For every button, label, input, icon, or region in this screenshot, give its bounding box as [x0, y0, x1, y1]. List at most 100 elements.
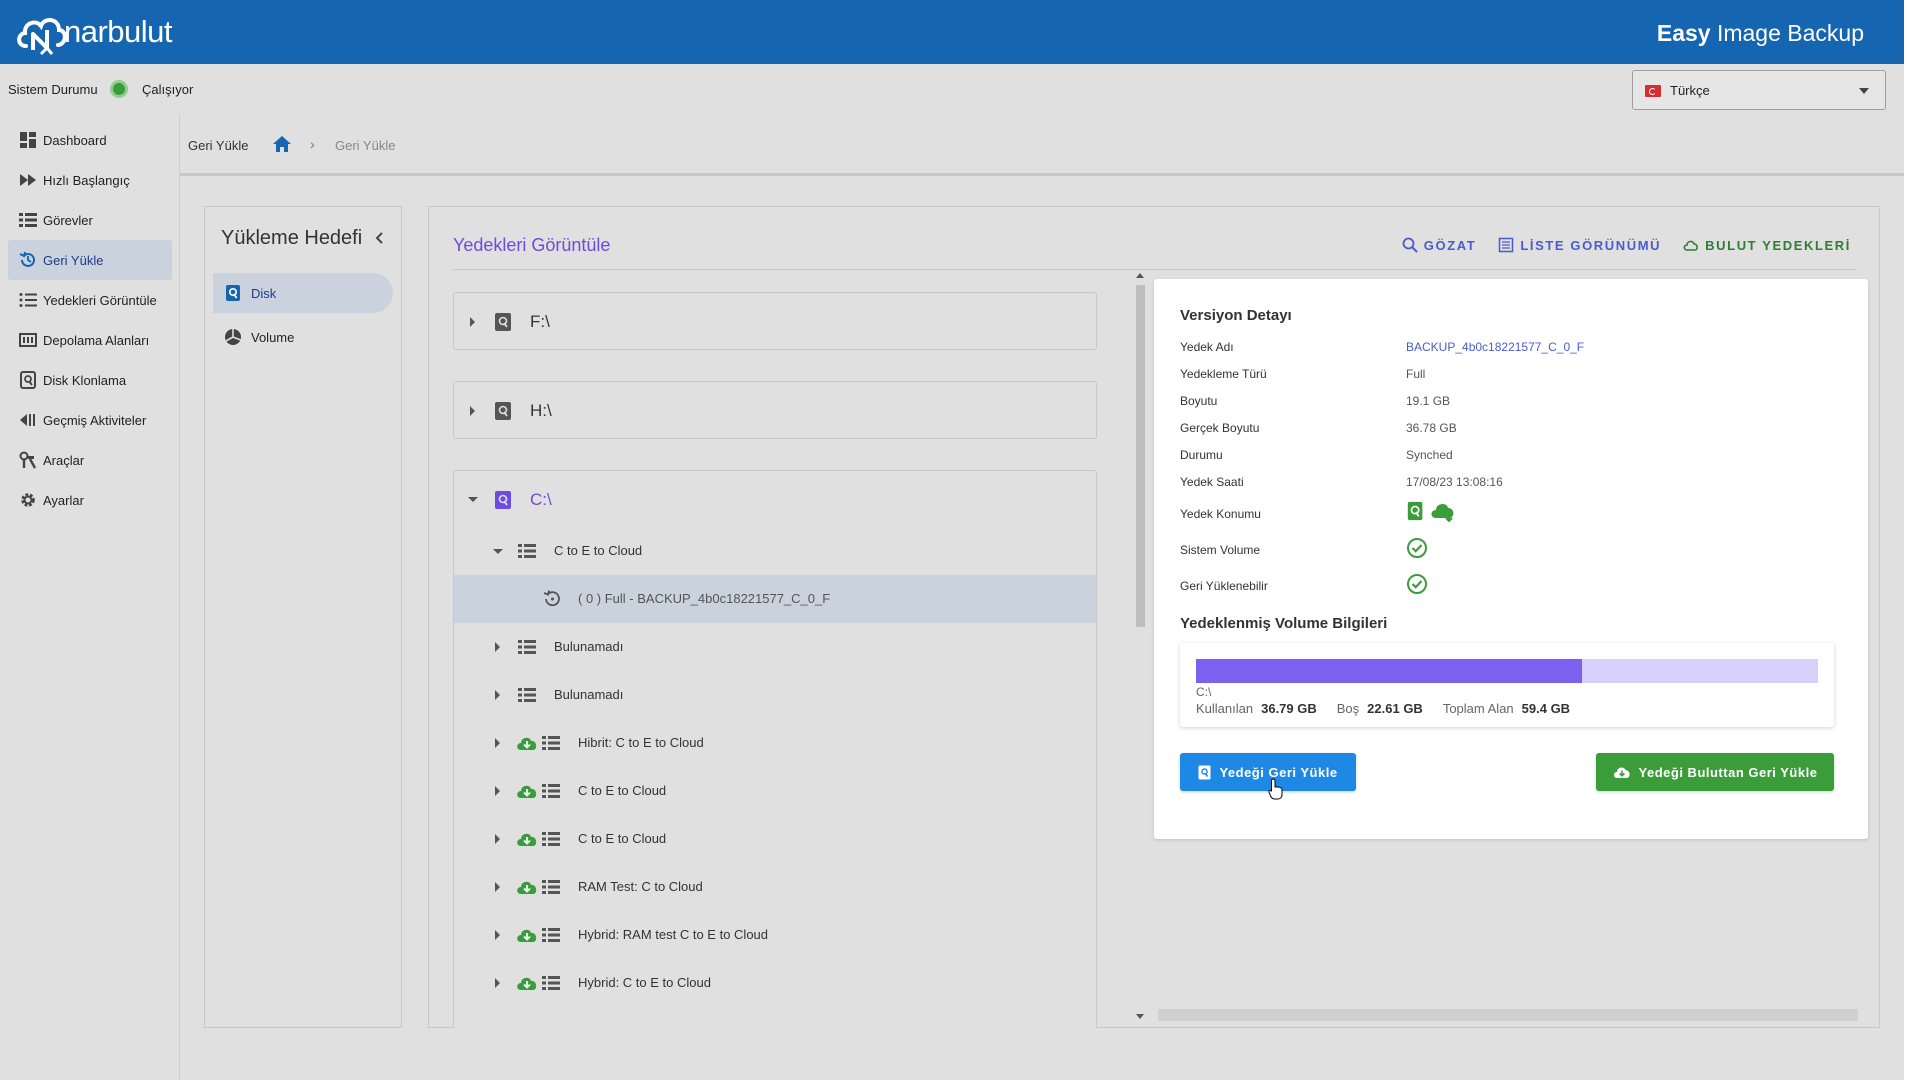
expand-arrow-icon[interactable] — [495, 738, 500, 748]
size-value: 19.1 GB — [1406, 394, 1451, 408]
tree-row-cloud-task[interactable]: Hybrid: RAM test C to E to Cloud — [454, 911, 1096, 959]
expand-arrow-icon[interactable] — [495, 690, 500, 700]
sidebar-item-view-backups[interactable]: Yedekleri Görüntüle — [8, 280, 172, 320]
sidebar-item-history[interactable]: Geçmiş Aktiviteler — [8, 400, 172, 440]
list-icon — [542, 928, 560, 942]
detail-label: Yedekleme Türü — [1180, 367, 1267, 381]
detail-horizontal-scrollbar[interactable] — [1158, 1009, 1858, 1021]
home-icon[interactable] — [272, 134, 292, 154]
disk-icon — [223, 283, 243, 303]
used-value: 36.79 GB — [1261, 701, 1317, 716]
cloud-backups-label: BULUT YEDEKLERİ — [1705, 237, 1851, 253]
check-circle-icon — [1407, 574, 1427, 594]
sidebar-item-disk-clone[interactable]: Disk Klonlama — [8, 360, 172, 400]
breadcrumb-current: Geri Yükle — [335, 138, 396, 153]
sidebar-item-quick-start[interactable]: Hızlı Başlangıç — [8, 160, 172, 200]
dashboard-icon — [18, 130, 38, 150]
pie-chart-icon — [223, 327, 243, 347]
sidebar-item-tasks[interactable]: Görevler — [8, 200, 172, 240]
mouse-cursor-icon — [1268, 778, 1283, 800]
collapse-arrow-icon[interactable] — [468, 497, 478, 502]
tree-row-cloud-task[interactable]: Hybrid: C to E to Cloud — [454, 959, 1096, 1007]
browse-button[interactable]: GÖZAT — [1402, 237, 1477, 253]
volume-usage-card: C:\ Kullanılan 36.79 GB Boş 22.61 GB Top… — [1180, 643, 1834, 727]
fast-forward-icon — [18, 170, 38, 190]
status-value: Çalışıyor — [142, 82, 194, 97]
tree-row-cloud-task[interactable]: RAM Test: C to Cloud — [454, 863, 1096, 911]
tree-row-cloud-task[interactable]: C to E to Cloud — [454, 767, 1096, 815]
status-label: Sistem Durumu — [8, 82, 98, 97]
language-select[interactable]: Türkçe — [1632, 70, 1886, 110]
scroll-up-icon[interactable] — [1136, 273, 1144, 278]
cloud-download-icon — [517, 929, 537, 942]
tree-row-cloud-task[interactable]: C to E to Cloud — [454, 815, 1096, 863]
used-label: Kullanılan — [1196, 701, 1254, 716]
list-icon — [542, 832, 560, 846]
tree-row-task[interactable]: Bulunamadı — [454, 623, 1096, 671]
free-label: Boş — [1336, 701, 1360, 716]
drive-node-h[interactable]: H:\ — [453, 381, 1097, 439]
language-selected: Türkçe — [1670, 83, 1710, 98]
tree-row-cloud-task[interactable]: Hibrit: C to E to Cloud — [454, 719, 1096, 767]
tree-row-label: Hybrid: C to E to Cloud — [578, 975, 711, 990]
sidebar-item-label: Görevler — [43, 212, 93, 228]
target-panel-title: Yükleme Hedefi — [221, 227, 363, 249]
total-value: 59.4 GB — [1521, 701, 1571, 716]
expand-arrow-icon[interactable] — [470, 317, 475, 327]
storage-icon — [18, 330, 38, 350]
list-icon — [518, 544, 536, 558]
sidebar-item-restore[interactable]: Geri Yükle — [8, 240, 172, 280]
narbulut-logo-icon — [17, 18, 67, 56]
restore-from-cloud-label: Yedeği Buluttan Geri Yükle — [1638, 764, 1818, 780]
tree-row-task[interactable]: Bulunamadı — [454, 671, 1096, 719]
search-icon — [1402, 237, 1418, 253]
list-view-label: LİSTE GÖRÜNÜMÜ — [1520, 237, 1662, 253]
drive-label: H:\ — [530, 401, 552, 420]
tree-row-version-selected[interactable]: ( 0 ) Full - BACKUP_4b0c18221577_C_0_F — [454, 575, 1096, 623]
right-gutter — [1904, 0, 1920, 1080]
list-icon — [542, 880, 560, 894]
version-detail-card: Versiyon Detayı Yedek Adı BACKUP_4b0c182… — [1154, 279, 1868, 839]
sidebar-item-dashboard[interactable]: Dashboard — [8, 120, 172, 160]
tree-row-label: Hybrid: RAM test C to E to Cloud — [578, 927, 769, 942]
tree-scrollbar[interactable] — [1133, 271, 1147, 1023]
tree-row-label: Bulunamadı — [554, 687, 624, 702]
chevron-left-icon[interactable] — [373, 231, 387, 245]
scrollbar-thumb[interactable] — [1136, 285, 1145, 627]
sidebar-item-settings[interactable]: Ayarlar — [8, 480, 172, 520]
tree-row-label: RAM Test: C to Cloud — [578, 879, 703, 894]
restore-from-cloud-button[interactable]: Yedeği Buluttan Geri Yükle — [1596, 753, 1834, 791]
detail-label: Yedek Saati — [1180, 475, 1244, 489]
volume-drive-label: C:\ — [1196, 685, 1212, 699]
expand-arrow-icon[interactable] — [495, 978, 500, 988]
sidebar-item-storage[interactable]: Depolama Alanları — [8, 320, 172, 360]
drive-node-c[interactable]: C:\ C to E to Cloud ( 0 ) Full - BACKUP_… — [453, 470, 1097, 1028]
gear-icon — [18, 490, 38, 510]
expand-arrow-icon[interactable] — [495, 642, 500, 652]
breadcrumb-separator: › — [310, 136, 315, 152]
sidebar-item-label: Ayarlar — [43, 492, 84, 508]
collapse-arrow-icon[interactable] — [493, 549, 503, 554]
scroll-down-icon[interactable] — [1136, 1014, 1144, 1019]
drive-node-f[interactable]: F:\ — [453, 292, 1097, 350]
expand-arrow-icon[interactable] — [495, 882, 500, 892]
logo[interactable]: narbulut — [14, 8, 173, 56]
backup-name-value[interactable]: BACKUP_4b0c18221577_C_0_F — [1406, 340, 1584, 354]
tree-row-task[interactable]: C to E to Cloud — [454, 527, 1096, 575]
expand-arrow-icon[interactable] — [495, 786, 500, 796]
expand-arrow-icon[interactable] — [495, 930, 500, 940]
expand-arrow-icon[interactable] — [470, 406, 475, 416]
cloud-backups-button[interactable]: BULUT YEDEKLERİ — [1683, 237, 1851, 253]
cloud-download-icon — [517, 881, 537, 894]
list-view-button[interactable]: LİSTE GÖRÜNÜMÜ — [1498, 237, 1661, 253]
cloud-download-icon — [1613, 767, 1630, 778]
target-item-volume[interactable]: Volume — [213, 317, 393, 357]
target-item-disk[interactable]: Disk — [213, 273, 393, 313]
list-icon — [542, 736, 560, 750]
sidebar-item-tools[interactable]: Araçlar — [8, 440, 172, 480]
expand-arrow-icon[interactable] — [495, 834, 500, 844]
chevron-down-icon — [1859, 88, 1869, 94]
cloud-download-icon — [517, 833, 537, 846]
viewer-title: Yedekleri Görüntüle — [453, 235, 611, 255]
scrollbar-track[interactable] — [1158, 1009, 1858, 1021]
